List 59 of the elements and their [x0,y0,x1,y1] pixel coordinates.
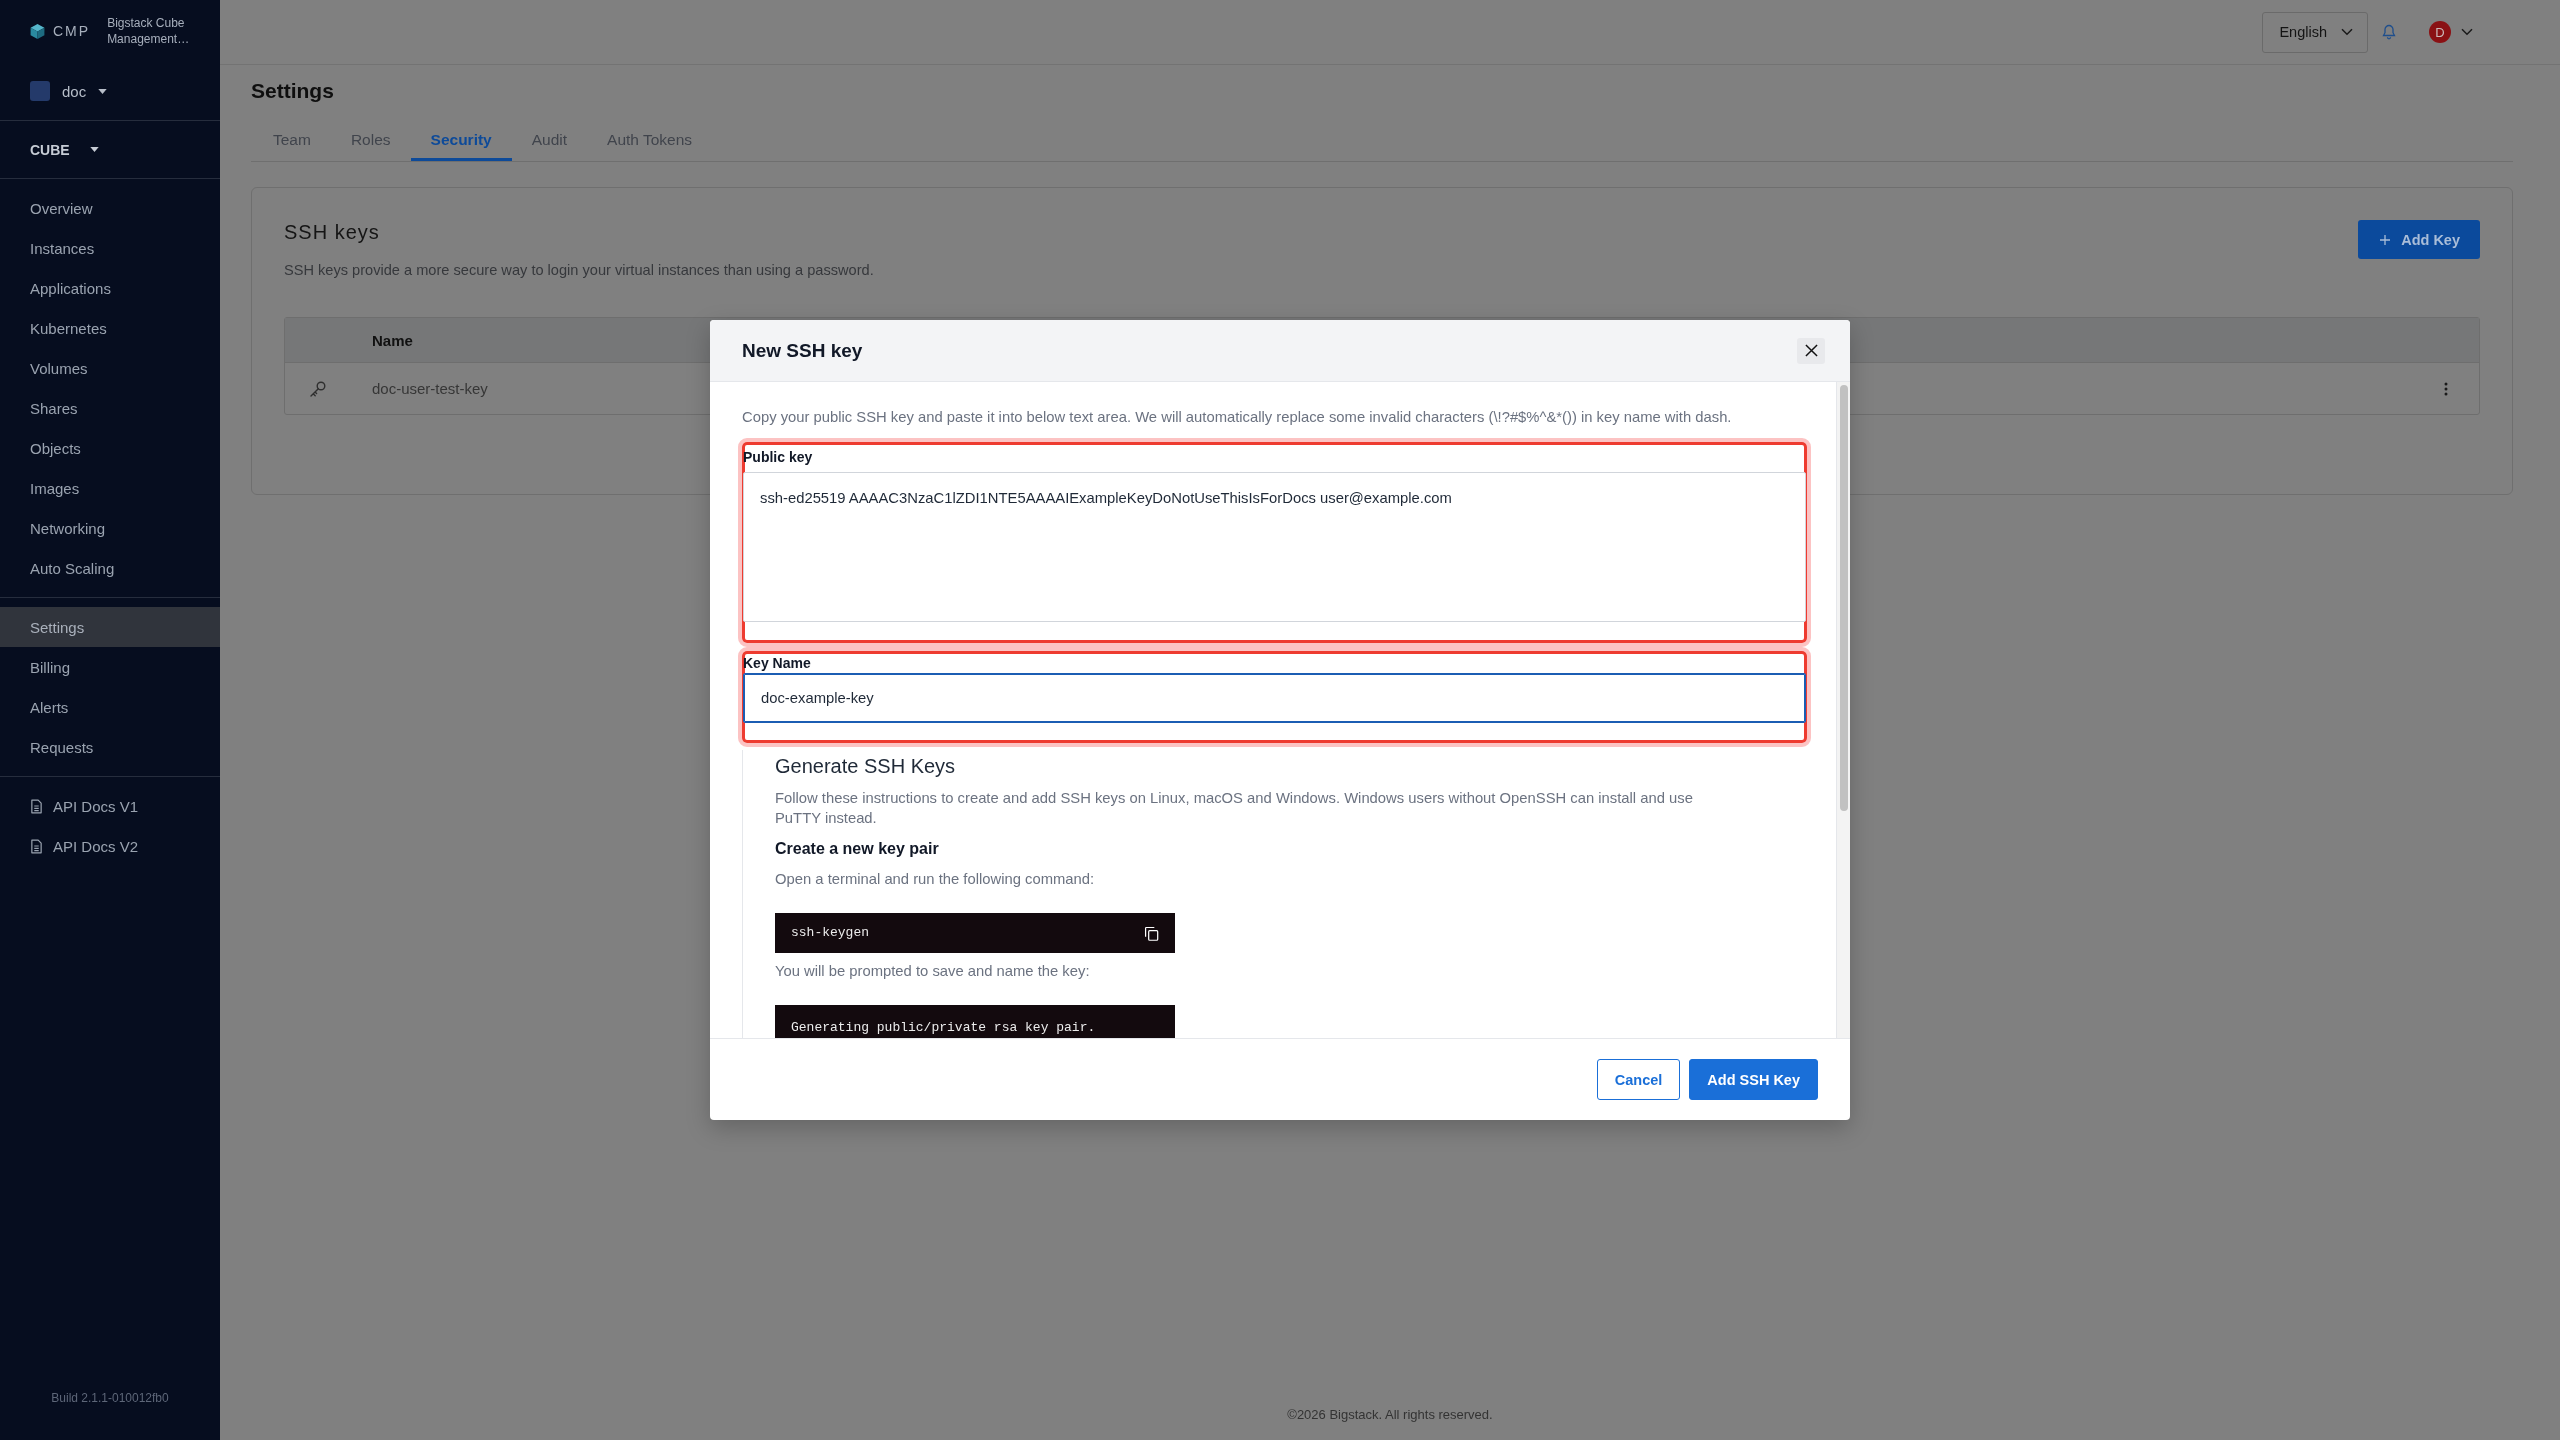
chevron-down-icon[interactable] [2461,28,2473,36]
sidebar-item[interactable]: Instances [0,228,220,268]
dialog-description: Copy your public SSH key and paste it into below text area. We will automatically replace some invalid characters (\!?#$%^&*()) in key name with dash. [742,409,1733,426]
key-icon [309,379,327,398]
sidebar-item[interactable]: Overview [0,188,220,228]
scrollbar[interactable] [1836,382,1850,1038]
close-button[interactable] [1797,337,1825,364]
section-title: SSH keys [284,221,381,243]
guide-intro: Follow these instructions to create and add SSH keys on Linux, macOS and Windows. Windows users without OpenSSH can install and use PuTTY instead. [775,789,1694,828]
cancel-button[interactable]: Cancel [1596,1059,1681,1100]
sidebar-item[interactable]: API Docs V1 [0,786,220,826]
project-square-icon [30,81,50,101]
sidebar-item[interactable]: Auto Scaling [0,548,220,588]
sidebar-item[interactable]: Objects [0,428,220,468]
add-key-button[interactable]: Add Key [2358,220,2480,259]
public-key-field[interactable]: ssh-ed25519 AAAAC3NzaC1lZDI1NTE5AAAAIExampleKeyDoNotUseThisIsForDocs user@example.com [743,472,1806,622]
sidebar-item[interactable]: Shares [0,388,220,428]
sidebar-item[interactable]: Alerts [0,687,220,727]
document-icon [30,838,43,854]
copyright-text: ©2026 Bigstack. All rights reserved. [1287,1407,1493,1422]
code-text: Generating public/private rsa key pair. [791,1020,1096,1036]
key-name-field[interactable]: doc-example-key [743,673,1806,723]
step-heading: Create a new key pair [775,839,940,859]
sidebar-item[interactable]: Images [0,468,220,508]
caret-icon [89,147,99,152]
language-select[interactable]: English [2262,11,2368,53]
region-selector[interactable]: CUBE [30,141,99,158]
table-cell: doc-user-test-key [372,380,488,397]
add-ssh-key-button[interactable]: Add SSH Key [1689,1059,1818,1100]
sidebar-item[interactable]: Volumes [0,348,220,388]
step-text: Open a terminal and run the following command: [775,870,1096,889]
logo-text: CMP [53,23,91,39]
sidebar-item[interactable]: Kubernetes [0,308,220,348]
sidebar-item[interactable]: Requests [0,727,220,767]
document-icon [30,798,43,814]
sidebar-item[interactable]: Networking [0,508,220,548]
scrollbar-thumb[interactable] [1839,385,1848,811]
page-title: Settings [251,79,335,103]
sidebar-item[interactable]: Settings [0,607,220,647]
cube-logo-icon [29,22,46,40]
column-header: Name [372,331,413,349]
guide-title: Generate SSH Keys [775,754,957,778]
chevron-down-icon [2341,28,2353,36]
product-name: Bigstack Cube Management… [107,15,191,47]
project-selector[interactable]: doc [30,81,108,101]
sidebar-item[interactable]: Billing [0,647,220,687]
sidebar-item[interactable]: API Docs V2 [0,826,220,866]
copy-icon[interactable] [1144,925,1159,941]
section-description: SSH keys provide a more secure way to login your virtual instances than using a password. [284,261,874,279]
plus-icon [2380,234,2391,245]
close-icon [1804,344,1818,357]
code-text: ssh-keygen [791,925,869,941]
build-version: Build 2.1.1-010012fb0 [50,1391,170,1407]
user-avatar[interactable]: D [2429,21,2451,43]
sidebar-item[interactable]: Applications [0,268,220,308]
dialog-title: New SSH key [742,339,863,362]
step-text: You will be prompted to save and name the key: [775,962,1091,981]
kebab-menu-icon[interactable] [2444,381,2448,396]
caret-icon [98,88,108,94]
